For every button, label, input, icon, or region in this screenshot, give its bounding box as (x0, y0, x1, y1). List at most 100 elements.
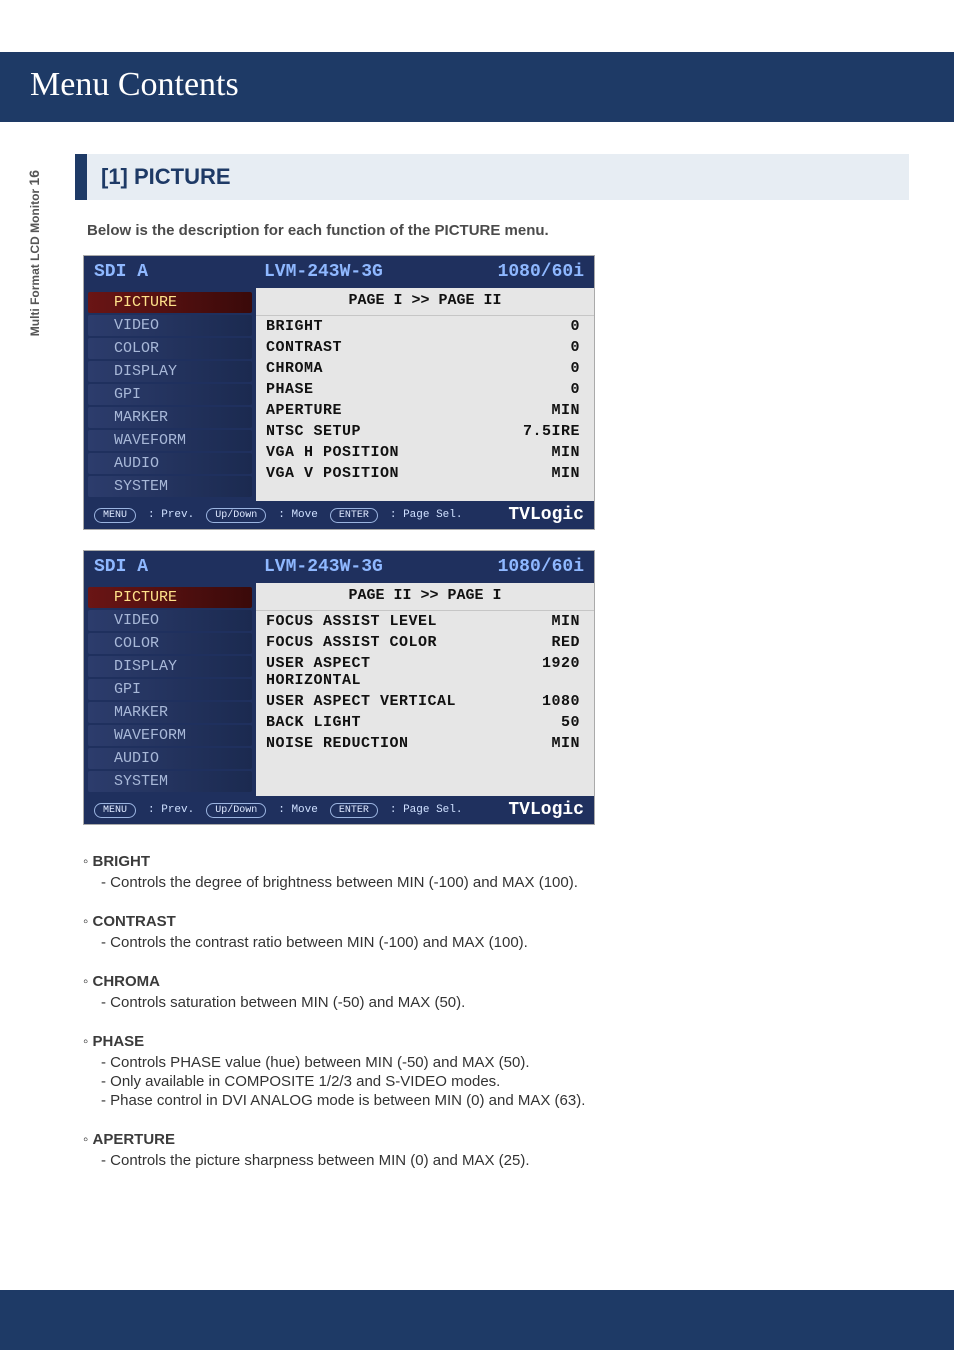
def-bright: BRIGHT - Controls the degree of brightne… (83, 853, 909, 891)
cat-audio[interactable]: AUDIO (88, 748, 252, 769)
display-icon (92, 365, 108, 379)
waveform-icon (92, 729, 108, 743)
row-focus-assist-level[interactable]: FOCUS ASSIST LEVELMIN (256, 611, 594, 632)
brand-logo: TVLogic (508, 800, 584, 820)
osd-input: SDI A (94, 557, 264, 577)
side-label-text: Multi Format LCD Monitor (28, 189, 42, 336)
marker-icon (92, 411, 108, 425)
def-aperture: APERTURE - Controls the picture sharpnes… (83, 1131, 909, 1169)
row-vga-h-pos[interactable]: VGA H POSITIONMIN (256, 442, 594, 463)
row-focus-assist-color[interactable]: FOCUS ASSIST COLORRED (256, 632, 594, 653)
cat-display[interactable]: DISPLAY (88, 656, 252, 677)
video-icon (92, 614, 108, 628)
def-line: - Controls the picture sharpness between… (101, 1152, 909, 1169)
definitions: BRIGHT - Controls the degree of brightne… (83, 853, 909, 1169)
cat-gpi[interactable]: GPI (88, 384, 252, 405)
def-line: - Controls PHASE value (hue) between MIN… (101, 1054, 909, 1071)
osd-menu-page-1: SDI A LVM-243W-3G 1080/60i PICTURE VIDEO… (83, 255, 595, 530)
osd-side-nav: PICTURE VIDEO COLOR DISPLAY GPI MARKER W… (84, 583, 256, 796)
row-contrast[interactable]: CONTRAST0 (256, 337, 594, 358)
row-noise-reduction[interactable]: NOISE REDUCTIONMIN (256, 733, 594, 754)
def-contrast: CONTRAST - Controls the contrast ratio b… (83, 913, 909, 951)
gpi-icon (92, 388, 108, 402)
cat-audio[interactable]: AUDIO (88, 453, 252, 474)
cat-marker[interactable]: MARKER (88, 702, 252, 723)
video-icon (92, 319, 108, 333)
cat-color[interactable]: COLOR (88, 338, 252, 359)
osd-menu-page-2: SDI A LVM-243W-3G 1080/60i PICTURE VIDEO… (83, 550, 595, 825)
cat-color[interactable]: COLOR (88, 633, 252, 654)
page-indicator[interactable]: PAGE II >> PAGE I (256, 583, 594, 611)
audio-icon (92, 752, 108, 766)
def-title: PHASE (83, 1033, 909, 1050)
osd-input: SDI A (94, 262, 264, 282)
hint-prev: : Prev. (148, 509, 194, 521)
cat-picture[interactable]: PICTURE (88, 292, 252, 313)
def-title: CHROMA (83, 973, 909, 990)
osd-side-nav: PICTURE VIDEO COLOR DISPLAY GPI MARKER W… (84, 288, 256, 501)
row-vga-v-pos[interactable]: VGA V POSITIONMIN (256, 463, 594, 484)
updown-key-icon: Up/Down (206, 803, 266, 818)
row-bright[interactable]: BRIGHT0 (256, 316, 594, 337)
cat-system[interactable]: SYSTEM (88, 476, 252, 497)
cat-display[interactable]: DISPLAY (88, 361, 252, 382)
row-chroma[interactable]: CHROMA0 (256, 358, 594, 379)
page-indicator[interactable]: PAGE I >> PAGE II (256, 288, 594, 316)
row-phase[interactable]: PHASE0 (256, 379, 594, 400)
marker-icon (92, 706, 108, 720)
osd-model: LVM-243W-3G (264, 262, 474, 282)
picture-icon (92, 591, 108, 605)
def-phase: PHASE - Controls PHASE value (hue) betwe… (83, 1033, 909, 1109)
side-page-number: 16 (26, 170, 42, 186)
def-title: CONTRAST (83, 913, 909, 930)
row-back-light[interactable]: BACK LIGHT50 (256, 712, 594, 733)
side-page-label: Multi Format LCD Monitor 16 (26, 170, 42, 390)
system-icon (92, 480, 108, 494)
def-line: - Controls the contrast ratio between MI… (101, 934, 909, 951)
row-user-aspect-v[interactable]: USER ASPECT VERTICAL1080 (256, 691, 594, 712)
brand-logo: TVLogic (508, 505, 584, 525)
osd-model: LVM-243W-3G (264, 557, 474, 577)
audio-icon (92, 457, 108, 471)
def-title: APERTURE (83, 1131, 909, 1148)
def-line: - Phase control in DVI ANALOG mode is be… (101, 1092, 909, 1109)
cat-video[interactable]: VIDEO (88, 610, 252, 631)
page-title: Menu Contents (0, 52, 954, 122)
cat-waveform[interactable]: WAVEFORM (88, 430, 252, 451)
cat-picture[interactable]: PICTURE (88, 587, 252, 608)
def-line: - Controls saturation between MIN (-50) … (101, 994, 909, 1011)
system-icon (92, 775, 108, 789)
hint-prev: : Prev. (148, 804, 194, 816)
row-aperture[interactable]: APERTUREMIN (256, 400, 594, 421)
footer-band (0, 1290, 954, 1350)
enter-key-icon: ENTER (330, 803, 378, 818)
display-icon (92, 660, 108, 674)
osd-format: 1080/60i (474, 262, 584, 282)
section-intro: Below is the description for each functi… (87, 222, 909, 239)
row-ntsc-setup[interactable]: NTSC SETUP7.5IRE (256, 421, 594, 442)
hint-move: : Move (278, 804, 318, 816)
menu-key-icon: MENU (94, 508, 136, 523)
color-icon (92, 637, 108, 651)
osd-format: 1080/60i (474, 557, 584, 577)
hint-pagesel: : Page Sel. (390, 509, 463, 521)
hint-pagesel: : Page Sel. (390, 804, 463, 816)
def-title: BRIGHT (83, 853, 909, 870)
def-line: - Controls the degree of brightness betw… (101, 874, 909, 891)
cat-gpi[interactable]: GPI (88, 679, 252, 700)
cat-video[interactable]: VIDEO (88, 315, 252, 336)
gpi-icon (92, 683, 108, 697)
row-user-aspect-h[interactable]: USER ASPECT HORIZONTAL1920 (256, 653, 594, 691)
def-line: - Only available in COMPOSITE 1/2/3 and … (101, 1073, 909, 1090)
cat-system[interactable]: SYSTEM (88, 771, 252, 792)
def-chroma: CHROMA - Controls saturation between MIN… (83, 973, 909, 1011)
cat-waveform[interactable]: WAVEFORM (88, 725, 252, 746)
updown-key-icon: Up/Down (206, 508, 266, 523)
section-heading: [1] PICTURE (75, 154, 909, 200)
menu-key-icon: MENU (94, 803, 136, 818)
color-icon (92, 342, 108, 356)
cat-marker[interactable]: MARKER (88, 407, 252, 428)
enter-key-icon: ENTER (330, 508, 378, 523)
picture-icon (92, 296, 108, 310)
hint-move: : Move (278, 509, 318, 521)
